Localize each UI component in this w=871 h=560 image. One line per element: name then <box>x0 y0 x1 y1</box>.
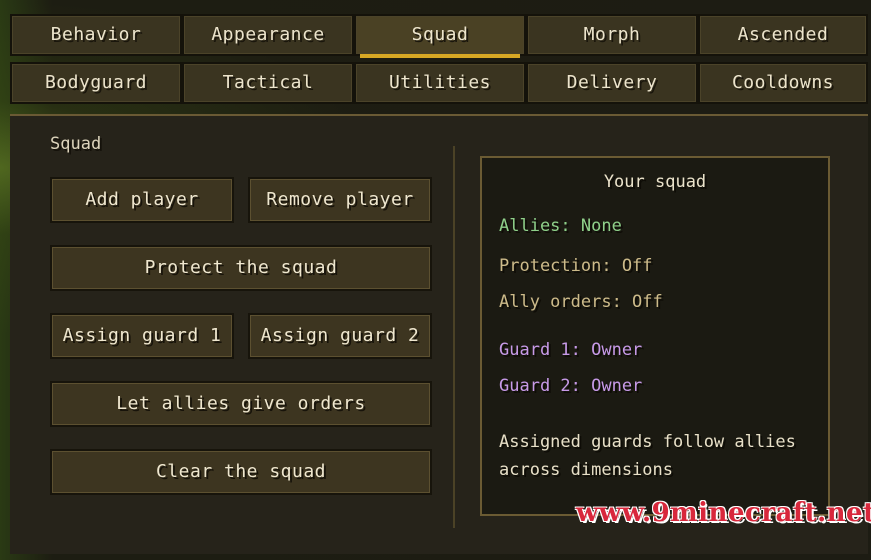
add-player-button[interactable]: Add player <box>50 177 234 223</box>
guard-2-status: Guard 2: Owner <box>499 376 643 396</box>
watermark: www.9minecraft.net <box>576 498 871 528</box>
guard-note-line-2: across dimensions <box>499 460 673 480</box>
tab-bodyguard[interactable]: Bodyguard <box>10 62 182 104</box>
tab-utilities[interactable]: Utilities <box>354 62 526 104</box>
tab-label: Morph <box>583 24 641 45</box>
tab-behavior[interactable]: Behavior <box>10 14 182 56</box>
guard-1-status: Guard 1: Owner <box>499 340 643 360</box>
tab-ascended[interactable]: Ascended <box>698 14 868 56</box>
tab-label: Tactical <box>222 72 314 93</box>
allies-status: Allies: None <box>499 216 622 236</box>
tab-delivery[interactable]: Delivery <box>526 62 698 104</box>
tab-label: Ascended <box>737 24 829 45</box>
tab-label: Appearance <box>211 24 325 45</box>
squad-info-title: Your squad <box>603 172 707 192</box>
active-tab-indicator <box>360 54 520 58</box>
clear-squad-button[interactable]: Clear the squad <box>50 449 432 495</box>
protect-squad-button[interactable]: Protect the squad <box>50 245 432 291</box>
tab-label: Utilities <box>388 72 492 93</box>
section-title: Squad <box>50 134 102 154</box>
tab-label: Cooldowns <box>731 72 835 93</box>
tab-label: Delivery <box>566 72 658 93</box>
protection-status: Protection: Off <box>499 256 653 276</box>
ally-orders-status: Ally orders: Off <box>499 292 663 312</box>
tab-appearance[interactable]: Appearance <box>182 14 354 56</box>
tab-label: Behavior <box>50 24 142 45</box>
assign-guard-1-button[interactable]: Assign guard 1 <box>50 313 234 359</box>
tab-label: Squad <box>411 24 469 45</box>
tab-cooldowns[interactable]: Cooldowns <box>698 62 868 104</box>
vertical-divider <box>453 146 455 528</box>
tab-tactical[interactable]: Tactical <box>182 62 354 104</box>
let-allies-give-orders-button[interactable]: Let allies give orders <box>50 381 432 427</box>
tab-morph[interactable]: Morph <box>526 14 698 56</box>
guard-note-line-1: Assigned guards follow allies <box>499 432 796 452</box>
tab-label: Bodyguard <box>44 72 148 93</box>
assign-guard-2-button[interactable]: Assign guard 2 <box>248 313 432 359</box>
remove-player-button[interactable]: Remove player <box>248 177 432 223</box>
tab-squad[interactable]: Squad <box>354 14 526 58</box>
